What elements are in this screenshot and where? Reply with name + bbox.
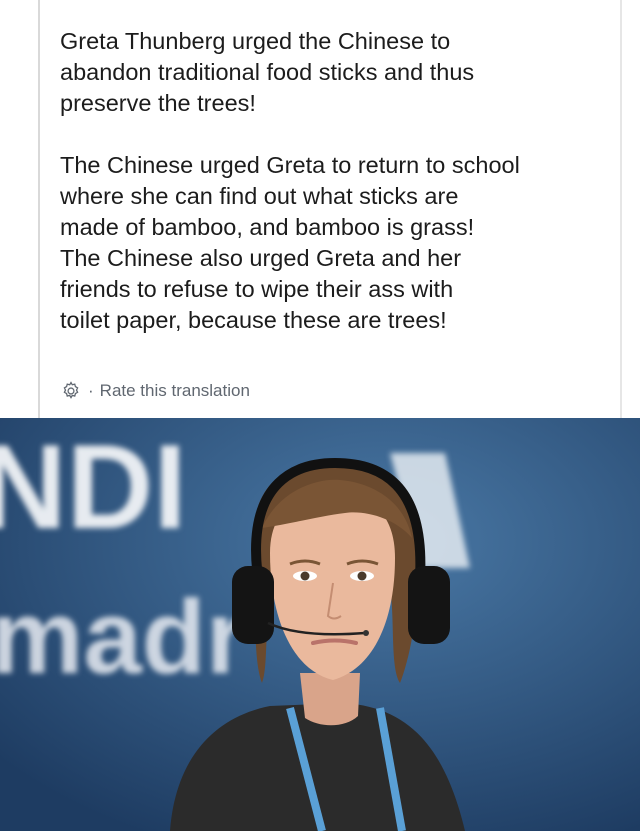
text-line: The Chinese also urged Greta and her (60, 245, 462, 271)
neck (300, 673, 360, 726)
text-line: Greta Thunberg urged the Chinese to (60, 28, 451, 54)
text-line: friends to refuse to wipe their ass with (60, 276, 454, 302)
text-line: preserve the trees! (60, 90, 256, 116)
left-divider (38, 0, 40, 418)
right-earcup (408, 566, 450, 644)
translated-post: Greta Thunberg urged the Chinese to aban… (0, 0, 640, 831)
text-line: made of bamboo, and bamboo is grass! (60, 214, 475, 240)
post-text-area: Greta Thunberg urged the Chinese to aban… (0, 0, 640, 418)
rate-translation-link[interactable]: Rate this translation (100, 381, 250, 401)
post-body: Greta Thunberg urged the Chinese to aban… (60, 26, 620, 336)
paragraph-2: The Chinese urged Greta to return to sch… (60, 150, 620, 336)
text-line: where she can find out what sticks are (60, 183, 459, 209)
photo-illustration: NDI madr (0, 418, 640, 831)
left-earcup (232, 566, 274, 644)
right-divider (620, 0, 622, 418)
backdrop-text-bottom: madr (0, 579, 247, 696)
text-line: The Chinese urged Greta to return to sch… (60, 152, 520, 178)
text-line: toilet paper, because these are trees! (60, 307, 447, 333)
text-line: abandon traditional food sticks and thus (60, 59, 475, 85)
post-photo: NDI madr (0, 418, 640, 831)
separator-dot: · (88, 381, 94, 400)
paragraph-1: Greta Thunberg urged the Chinese to aban… (60, 26, 620, 119)
backdrop-text-top: NDI (0, 420, 187, 554)
rate-translation-row: · Rate this translation (60, 378, 250, 404)
gear-icon[interactable] (60, 380, 82, 402)
